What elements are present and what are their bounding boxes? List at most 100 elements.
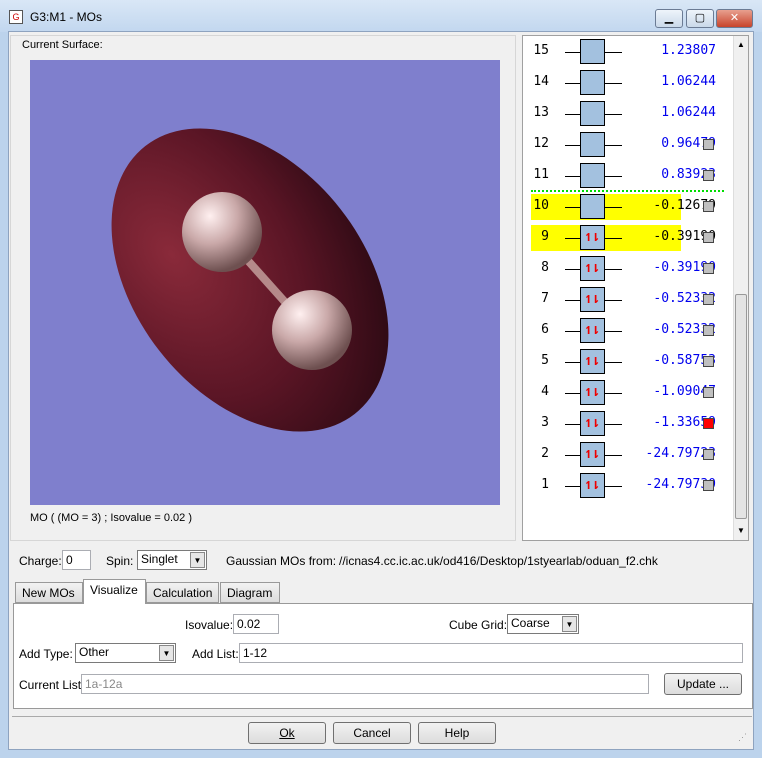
- mo-list-scrollbar[interactable]: ▲ ▼: [733, 36, 748, 540]
- molecule-viewport[interactable]: [30, 60, 500, 505]
- current-list-label: Current List:: [19, 678, 85, 692]
- mo-select-checkbox[interactable]: [703, 232, 714, 243]
- ok-button[interactable]: Ok: [248, 722, 326, 744]
- window-title: G3:M1 - MOs: [30, 10, 103, 24]
- mo-select-checkbox[interactable]: [703, 325, 714, 336]
- electron-pair-icon: ↿⇂: [584, 382, 600, 400]
- source-label: Gaussian MOs from:: [226, 554, 337, 568]
- tab-diagram[interactable]: Diagram: [220, 582, 280, 603]
- mo-row[interactable]: 11 0.83923: [529, 163, 729, 189]
- atom-1: [182, 192, 262, 272]
- orbital-box: ↿⇂: [580, 349, 605, 374]
- divider: [12, 716, 752, 717]
- orbital-box: [580, 194, 605, 219]
- add-list-input[interactable]: 1-12: [239, 643, 743, 663]
- electron-pair-icon: ↿⇂: [584, 444, 600, 462]
- chevron-down-icon: ▼: [562, 616, 577, 632]
- isovalue-label: Isovalue:: [185, 618, 234, 632]
- maximize-button[interactable]: ▢: [686, 9, 714, 28]
- mo-row[interactable]: 2 ↿⇂ -24.79723: [529, 442, 729, 468]
- mo-lobe: [111, 128, 389, 432]
- add-type-value: Other: [79, 645, 110, 659]
- tab-new-mos[interactable]: New MOs: [15, 582, 83, 603]
- orbital-box: ↿⇂: [580, 287, 605, 312]
- mo-select-checkbox[interactable]: [703, 170, 714, 181]
- mo-row[interactable]: 9 ↿⇂ -0.39190: [529, 225, 729, 251]
- current-list-input: 1a-12a: [81, 674, 649, 694]
- orbital-box: ↿⇂: [580, 411, 605, 436]
- mo-number: 6: [541, 322, 549, 337]
- mo-energy: -0.12679: [653, 198, 716, 213]
- mo-row[interactable]: 3 ↿⇂ -1.33659: [529, 411, 729, 437]
- mo-select-checkbox[interactable]: [703, 139, 714, 150]
- mo-row[interactable]: 8 ↿⇂ -0.39190: [529, 256, 729, 282]
- spin-select[interactable]: Singlet ▼: [137, 550, 207, 570]
- orbital-box: [580, 163, 605, 188]
- spin-label: Spin:: [106, 554, 134, 568]
- current-surface-label: Current Surface:: [22, 39, 103, 51]
- app-icon: G: [9, 10, 23, 24]
- mo-select-checkbox[interactable]: [703, 356, 714, 367]
- mo-select-checkbox[interactable]: [703, 387, 714, 398]
- homo-lumo-divider: [531, 190, 724, 192]
- mo-number: 14: [533, 74, 549, 89]
- mo-select-checkbox[interactable]: [703, 449, 714, 460]
- cancel-button[interactable]: Cancel: [333, 722, 411, 744]
- mo-select-checkbox[interactable]: [703, 294, 714, 305]
- mo-energy: -0.58753: [653, 353, 716, 368]
- mo-energy: -0.39190: [653, 260, 716, 275]
- mo-row[interactable]: 1 ↿⇂ -24.79730: [529, 473, 729, 499]
- surface-caption: MO ( (MO = 3) ; Isovalue = 0.02 ): [30, 512, 192, 524]
- scroll-thumb[interactable]: [735, 294, 747, 519]
- add-type-select[interactable]: Other ▼: [75, 643, 176, 663]
- mo-energy: 1.06244: [661, 105, 716, 120]
- mo-select-checkbox[interactable]: [703, 263, 714, 274]
- mo-row[interactable]: 12 0.96479: [529, 132, 729, 158]
- mo-number: 12: [533, 136, 549, 151]
- title-bar: [0, 0, 762, 32]
- scroll-down-icon[interactable]: ▼: [737, 526, 745, 535]
- update-button[interactable]: Update ...: [664, 673, 742, 695]
- help-button[interactable]: Help: [418, 722, 496, 744]
- scroll-up-icon[interactable]: ▲: [737, 40, 745, 49]
- close-button[interactable]: ✕: [716, 9, 753, 28]
- electron-pair-icon: ↿⇂: [584, 413, 600, 431]
- cube-grid-label: Cube Grid:: [449, 618, 508, 632]
- atom-2: [272, 290, 352, 370]
- orbital-box: ↿⇂: [580, 318, 605, 343]
- mo-row[interactable]: 7 ↿⇂ -0.52332: [529, 287, 729, 313]
- mo-row[interactable]: 15 1.23807: [529, 39, 729, 65]
- mo-energy: 1.06244: [661, 74, 716, 89]
- minimize-button[interactable]: ▁: [655, 9, 683, 28]
- mo-energy: -24.79730: [645, 477, 716, 492]
- mo-number: 9: [541, 229, 549, 244]
- mo-energy: 1.23807: [661, 43, 716, 58]
- mo-number: 4: [541, 384, 549, 399]
- mo-select-checkbox[interactable]: [703, 418, 714, 429]
- orbital-box: ↿⇂: [580, 225, 605, 250]
- tab-visualize[interactable]: Visualize: [83, 579, 146, 604]
- tab-calculation[interactable]: Calculation: [146, 582, 219, 603]
- mo-energy: 0.83923: [661, 167, 716, 182]
- mo-row[interactable]: 4 ↿⇂ -1.09047: [529, 380, 729, 406]
- mo-select-checkbox[interactable]: [703, 480, 714, 491]
- mo-row[interactable]: 14 1.06244: [529, 70, 729, 96]
- spin-value: Singlet: [141, 552, 178, 566]
- mo-row[interactable]: 5 ↿⇂ -0.58753: [529, 349, 729, 375]
- mo-row[interactable]: 10 -0.12679: [529, 194, 729, 220]
- resize-grip-icon[interactable]: ⋰: [738, 732, 747, 743]
- cube-grid-select[interactable]: Coarse ▼: [507, 614, 579, 634]
- mo-row[interactable]: 13 1.06244: [529, 101, 729, 127]
- isovalue-input[interactable]: 0.02: [233, 614, 279, 634]
- orbital-box: [580, 101, 605, 126]
- electron-pair-icon: ↿⇂: [584, 351, 600, 369]
- mo-number: 7: [541, 291, 549, 306]
- electron-pair-icon: ↿⇂: [584, 475, 600, 493]
- charge-input[interactable]: 0: [62, 550, 91, 570]
- mo-select-checkbox[interactable]: [703, 201, 714, 212]
- mo-number: 1: [541, 477, 549, 492]
- electron-pair-icon: ↿⇂: [584, 289, 600, 307]
- mo-energy: -1.09047: [653, 384, 716, 399]
- mo-row[interactable]: 6 ↿⇂ -0.52332: [529, 318, 729, 344]
- charge-label: Charge:: [19, 554, 62, 568]
